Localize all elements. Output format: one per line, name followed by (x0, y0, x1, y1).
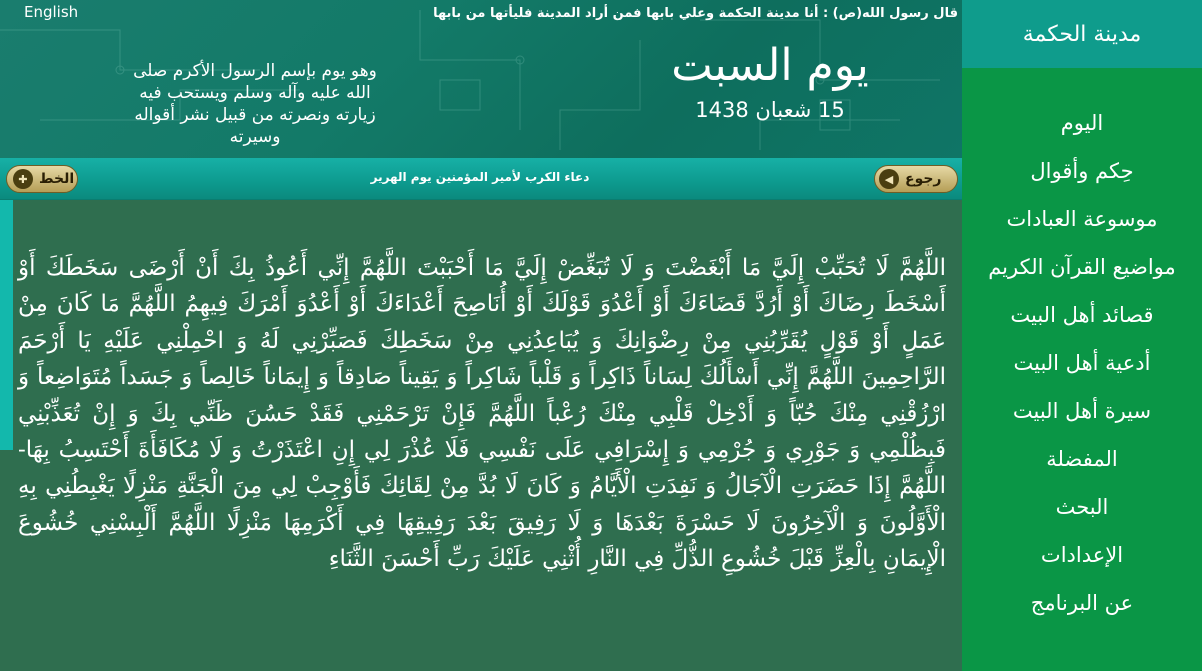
font-button[interactable]: ✚ الخط (6, 165, 78, 193)
sidebar-item-favorites[interactable]: المفضلة (962, 435, 1202, 483)
font-button-label: الخط (39, 171, 75, 187)
prayer-title: دعاء الكرب لأمير المؤمنين يوم الهرير (370, 170, 590, 184)
sidebar-menu: اليوم حِكم وأقوال موسوعة العبادات مواضيع… (962, 68, 1202, 627)
app-title: مدينة الحكمة (962, 0, 1202, 68)
sidebar-item-ahlulbayt-biography[interactable]: سيرة أهل البيت (962, 387, 1202, 435)
sidebar-item-about[interactable]: عن البرنامج (962, 579, 1202, 627)
sidebar: مدينة الحكمة اليوم حِكم وأقوال موسوعة ال… (962, 0, 1202, 671)
content-toolbar: ✚ الخط دعاء الكرب لأمير المؤمنين يوم اله… (0, 158, 962, 200)
prayer-text: اللَّهُمَّ لَا تُحَبِّبْ إِلَيَّ مَا أَب… (18, 255, 946, 573)
back-button[interactable]: ◀ رجوع (874, 165, 958, 193)
app-window: English قال رسول الله(ص) : أنا مدينة الح… (0, 0, 1202, 671)
hijri-date: 15 شعبان 1438 (695, 98, 845, 122)
hadith-banner-text: قال رسول الله(ص) : أنا مدينة الحكمة وعلي… (433, 6, 958, 21)
sidebar-item-settings[interactable]: الإعدادات (962, 531, 1202, 579)
sidebar-item-quran-topics[interactable]: مواضيع القرآن الكريم (962, 243, 1202, 291)
back-arrow-icon: ◀ (879, 169, 899, 189)
back-button-label: رجوع (905, 171, 942, 187)
day-occasion-text: وهو يوم بإسم الرسول الأكرم صلى الله عليه… (133, 61, 377, 147)
sidebar-item-ahlulbayt-supplications[interactable]: أدعية أهل البيت (962, 339, 1202, 387)
header-banner: English قال رسول الله(ص) : أنا مدينة الح… (0, 0, 962, 158)
sidebar-item-ahlulbayt-poems[interactable]: قصائد أهل البيت (962, 291, 1202, 339)
sidebar-item-wisdom-sayings[interactable]: حِكم وأقوال (962, 147, 1202, 195)
sidebar-item-search[interactable]: البحث (962, 483, 1202, 531)
plus-circle-icon: ✚ (13, 169, 33, 189)
scroll-indicator[interactable] (0, 200, 13, 450)
sidebar-item-worship-encyclopedia[interactable]: موسوعة العبادات (962, 195, 1202, 243)
english-language-link[interactable]: English (24, 3, 78, 21)
sidebar-item-today[interactable]: اليوم (962, 99, 1202, 147)
day-name-title: يوم السبت (671, 40, 869, 91)
